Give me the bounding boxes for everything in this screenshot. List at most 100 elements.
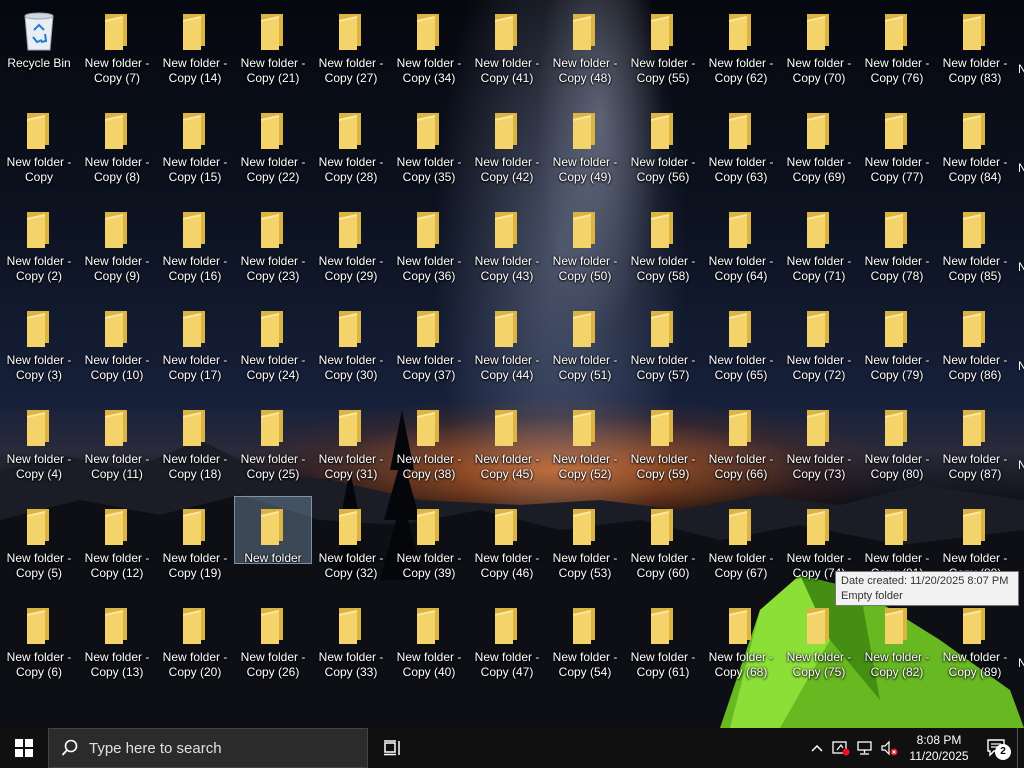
desktop-folder[interactable]: New folder - Copy (16): [157, 200, 233, 294]
desktop-folder[interactable]: New folder - Copy (37): [391, 299, 467, 393]
desktop-folder[interactable]: New folder - Copy (69): [781, 101, 857, 195]
desktop-folder[interactable]: New folder - Copy (33): [313, 596, 389, 690]
desktop-folder[interactable]: New folder - Copy (20): [157, 596, 233, 690]
desktop-folder[interactable]: New folder - Copy (42): [469, 101, 545, 195]
desktop-folder[interactable]: New folder - Copy: [1, 101, 77, 195]
desktop-folder[interactable]: New folder - Copy (17): [157, 299, 233, 393]
desktop-folder[interactable]: New folder - Copy (80): [859, 398, 935, 492]
desktop-folder[interactable]: New folder - Copy (21): [235, 2, 311, 96]
desktop-folder[interactable]: New folder - Copy (49): [547, 101, 623, 195]
desktop-folder[interactable]: New folder - Copy (10): [79, 299, 155, 393]
show-desktop-button[interactable]: [1017, 728, 1024, 768]
desktop-folder[interactable]: New folder - Copy (7): [79, 2, 155, 96]
start-button[interactable]: [0, 728, 48, 768]
desktop-folder[interactable]: New folder - Copy (77): [859, 101, 935, 195]
desktop-folder[interactable]: New folder - Copy (53): [547, 497, 623, 591]
desktop-folder[interactable]: New folder - Copy (48): [547, 2, 623, 96]
desktop-folder[interactable]: New folder - Copy (82): [859, 596, 935, 690]
desktop-folder[interactable]: New folder - Copy (71): [781, 200, 857, 294]
desktop-folder[interactable]: New folder - Copy (4): [1, 398, 77, 492]
desktop-folder[interactable]: New folder - Copy (13): [79, 596, 155, 690]
desktop-folder[interactable]: New folder - Copy (84): [937, 101, 1013, 195]
desktop-folder[interactable]: New folder - Copy (45): [469, 398, 545, 492]
desktop-folder[interactable]: New folder - Copy (64): [703, 200, 779, 294]
desktop-folder[interactable]: New folder - Copy (12): [79, 497, 155, 591]
desktop-folder[interactable]: New folder - Copy (30): [313, 299, 389, 393]
desktop-folder[interactable]: New folder - Copy (67): [703, 497, 779, 591]
desktop-folder[interactable]: New folder - Copy (15): [157, 101, 233, 195]
desktop-folder[interactable]: New folder - Copy (31): [313, 398, 389, 492]
action-center-button[interactable]: 2: [977, 728, 1017, 768]
desktop-folder[interactable]: New folder - Copy (2): [1, 200, 77, 294]
desktop-folder[interactable]: New folder - Copy (44): [469, 299, 545, 393]
security-tray-button[interactable]: [829, 728, 853, 768]
desktop-folder[interactable]: New folder - Copy (63): [703, 101, 779, 195]
desktop-folder[interactable]: New folder - Copy (36): [391, 200, 467, 294]
desktop-folder[interactable]: New folder - Copy (59): [625, 398, 701, 492]
show-hidden-icons-button[interactable]: [805, 728, 829, 768]
desktop-folder[interactable]: New folder - Copy (87): [937, 398, 1013, 492]
desktop-folder[interactable]: New folder - Copy (40): [391, 596, 467, 690]
desktop-folder[interactable]: New folder - Copy (52): [547, 398, 623, 492]
desktop-folder[interactable]: New folder - Copy (39): [391, 497, 467, 591]
desktop-folder[interactable]: New folder - Copy (56): [625, 101, 701, 195]
desktop-folder[interactable]: New folder - Copy (35): [391, 101, 467, 195]
desktop-folder[interactable]: New folder - Copy (3): [1, 299, 77, 393]
desktop-folder[interactable]: New folder - Copy (23): [235, 200, 311, 294]
folder-icon: [573, 509, 595, 545]
search-input[interactable]: [87, 738, 361, 758]
task-view-button[interactable]: [372, 728, 412, 768]
volume-tray-button[interactable]: [877, 728, 901, 768]
desktop-folder[interactable]: New folder - Copy (43): [469, 200, 545, 294]
desktop-folder[interactable]: New folder - Copy (76): [859, 2, 935, 96]
desktop-folder[interactable]: New folder - Copy (75): [781, 596, 857, 690]
desktop-folder[interactable]: New folder - Copy (38): [391, 398, 467, 492]
desktop-folder[interactable]: New folder - Copy (73): [781, 398, 857, 492]
desktop-folder[interactable]: New folder - Copy (41): [469, 2, 545, 96]
desktop-folder[interactable]: New folder - Copy (24): [235, 299, 311, 393]
desktop-folder[interactable]: New folder - Copy (61): [625, 596, 701, 690]
desktop-folder[interactable]: New folder - Copy (29): [313, 200, 389, 294]
desktop-folder[interactable]: New folder - Copy (65): [703, 299, 779, 393]
desktop-folder[interactable]: New folder - Copy (18): [157, 398, 233, 492]
desktop-folder[interactable]: New folder - Copy (66): [703, 398, 779, 492]
desktop-folder[interactable]: New folder - Copy (60): [625, 497, 701, 591]
desktop-folder[interactable]: New folder - Copy (54): [547, 596, 623, 690]
desktop-folder[interactable]: New folder - Copy (86): [937, 299, 1013, 393]
desktop-folder[interactable]: New folder - Copy (78): [859, 200, 935, 294]
desktop-folder[interactable]: New folder - Copy (11): [79, 398, 155, 492]
desktop-folder[interactable]: New folder - Copy (50): [547, 200, 623, 294]
desktop-folder[interactable]: New folder - Copy (26): [235, 596, 311, 690]
desktop-folder[interactable]: New folder - Copy (8): [79, 101, 155, 195]
desktop-folder[interactable]: New folder - Copy (62): [703, 2, 779, 96]
desktop-folder[interactable]: New folder - Copy (51): [547, 299, 623, 393]
desktop-folder[interactable]: New folder - Copy (79): [859, 299, 935, 393]
taskbar-clock[interactable]: 8:08 PM 11/20/2025: [901, 732, 977, 764]
desktop-folder[interactable]: New folder - Copy (28): [313, 101, 389, 195]
desktop-folder[interactable]: New folder - Copy (89): [937, 596, 1013, 690]
desktop-folder[interactable]: New folder - Copy (6): [1, 596, 77, 690]
network-tray-button[interactable]: [853, 728, 877, 768]
desktop-folder[interactable]: New folder - Copy (85): [937, 200, 1013, 294]
desktop-folder[interactable]: New folder - Copy (22): [235, 101, 311, 195]
desktop-folder[interactable]: New folder - Copy (9): [79, 200, 155, 294]
desktop-folder[interactable]: New folder - Copy (27): [313, 2, 389, 96]
desktop-folder[interactable]: New folder - Copy (14): [157, 2, 233, 96]
desktop-folder[interactable]: New folder - Copy (58): [625, 200, 701, 294]
desktop-folder[interactable]: New folder - Copy (47): [469, 596, 545, 690]
recycle-bin[interactable]: Recycle Bin: [1, 2, 77, 96]
desktop-folder[interactable]: New folder - Copy (34): [391, 2, 467, 96]
desktop-folder[interactable]: New folder - Copy (46): [469, 497, 545, 591]
desktop-folder[interactable]: New folder - Copy (72): [781, 299, 857, 393]
taskbar-search-box[interactable]: [48, 728, 368, 768]
desktop-folder-selected[interactable]: New folder: [234, 496, 312, 565]
desktop-folder[interactable]: New folder - Copy (83): [937, 2, 1013, 96]
desktop-folder[interactable]: New folder - Copy (57): [625, 299, 701, 393]
desktop-folder[interactable]: New folder - Copy (70): [781, 2, 857, 96]
desktop-folder[interactable]: New folder - Copy (68): [703, 596, 779, 690]
desktop-folder[interactable]: New folder - Copy (32): [313, 497, 389, 591]
desktop-folder[interactable]: New folder - Copy (55): [625, 2, 701, 96]
desktop-folder[interactable]: New folder - Copy (25): [235, 398, 311, 492]
desktop-folder[interactable]: New folder - Copy (5): [1, 497, 77, 591]
desktop-folder[interactable]: New folder - Copy (19): [157, 497, 233, 591]
